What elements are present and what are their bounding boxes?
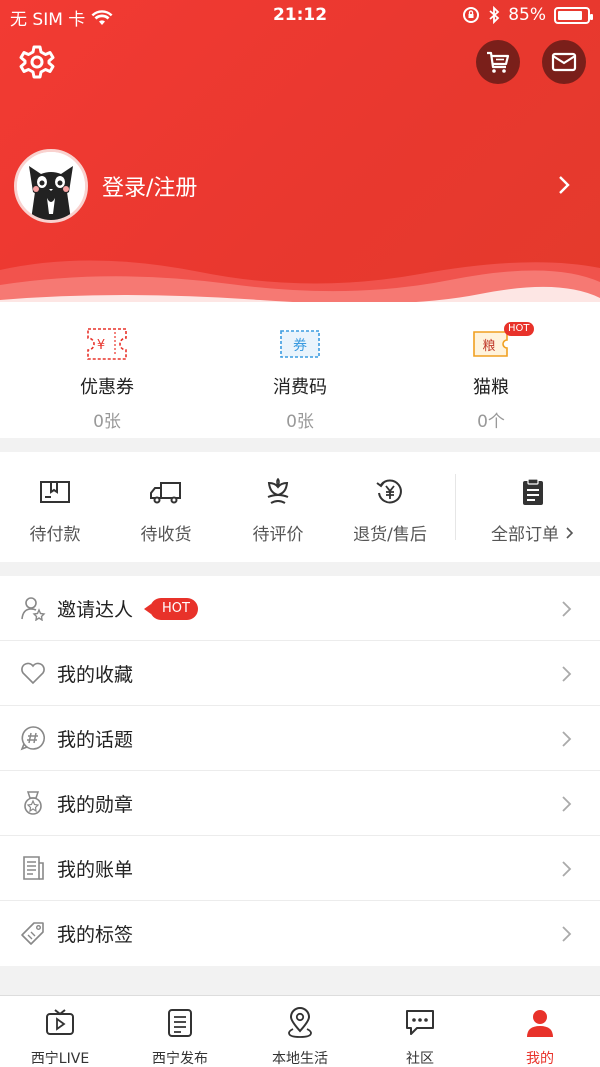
stat-label: 优惠券	[80, 377, 134, 398]
order-all-row: 全部订单	[470, 520, 595, 545]
menu-item-label: 邀请达人	[57, 598, 134, 621]
tab-label: 社区	[406, 1051, 434, 1067]
order-label: 退货/售后	[353, 525, 427, 545]
login-register-link[interactable]: 登录/注册	[102, 170, 197, 202]
stat-cat-food[interactable]: 粮 HOT 猫粮 0个	[416, 322, 566, 432]
chevron-right-icon	[562, 926, 572, 942]
stat-voucher-codes[interactable]: 券 消费码 0张	[225, 322, 375, 432]
heart-icon	[21, 662, 45, 685]
invite-user-icon	[21, 597, 46, 621]
coupon-icon: ¥	[87, 328, 127, 360]
menu-item-label: 我的勋章	[57, 793, 134, 816]
tab-label: 西宁LIVE	[30, 1051, 90, 1067]
flower-icon	[267, 477, 289, 504]
stat-coupons[interactable]: ¥ 优惠券 0张	[32, 322, 182, 432]
tab-label: 本地生活	[272, 1051, 328, 1067]
tab-local-life[interactable]: 本地生活	[240, 1006, 360, 1067]
menu-item-medals[interactable]: 我的勋章	[0, 771, 600, 836]
voucher-icon-text: 券	[293, 338, 307, 354]
order-label: 全部订单	[491, 525, 559, 545]
status-right: 85%	[462, 5, 593, 25]
battery-icon	[554, 6, 593, 24]
medal-icon	[24, 791, 42, 815]
menu-item-tags[interactable]: 我的标签	[0, 901, 600, 966]
stat-value: 0张	[286, 412, 314, 432]
rotation-lock-icon	[463, 7, 480, 23]
bill-icon	[23, 856, 44, 880]
orders-divider	[455, 474, 456, 540]
order-all[interactable]: 全部订单	[470, 476, 595, 545]
menu-list: 邀请达人 HOT 我的收藏 我的话题 我的勋章 我的账单 我的标签	[0, 576, 600, 966]
news-icon	[168, 1009, 192, 1037]
menu-item-favorites[interactable]: 我的收藏	[0, 641, 600, 706]
hot-badge: HOT	[504, 322, 534, 336]
chat-icon	[406, 1010, 434, 1035]
cat-food-icon-text: 粮	[482, 339, 495, 354]
header-wave-decoration	[0, 260, 600, 310]
status-bar: 无 SIM 卡 21:12 85%	[0, 0, 600, 32]
chevron-right-icon[interactable]	[556, 174, 572, 196]
avatar[interactable]	[14, 149, 88, 223]
order-pending-delivery[interactable]: 待收货	[111, 476, 221, 545]
person-icon	[527, 1010, 553, 1037]
profile-page: 无 SIM 卡 21:12 85% 登录/注册 ¥ 优惠券 0张 券 消费码 0…	[0, 0, 600, 1067]
chevron-right-icon	[562, 666, 572, 682]
truck-icon	[150, 482, 181, 504]
bluetooth-icon	[489, 6, 500, 24]
coupon-icon-text: ¥	[97, 338, 105, 353]
chevron-right-icon	[562, 796, 572, 812]
order-pending-payment[interactable]: 待付款	[0, 476, 110, 545]
clipboard-icon	[522, 478, 543, 505]
battery-percent: 85%	[508, 5, 546, 25]
order-refund[interactable]: 退货/售后	[335, 476, 445, 545]
cart-button[interactable]	[476, 40, 520, 84]
menu-item-label: 我的收藏	[57, 663, 134, 686]
chevron-right-icon	[562, 731, 572, 747]
tab-xining-live[interactable]: 西宁LIVE	[0, 1006, 120, 1067]
menu-item-label: 我的标签	[57, 924, 134, 946]
tv-icon	[46, 1009, 74, 1035]
orders-panel: 待付款 待收货 待评价 退货/售后 全部订单	[0, 452, 600, 562]
wallet-icon	[40, 481, 70, 503]
tab-label: 我的	[526, 1051, 554, 1067]
tab-label: 西宁发布	[152, 1051, 208, 1067]
messages-button[interactable]	[542, 40, 586, 84]
stat-value: 0个	[477, 412, 505, 432]
hot-badge: HOT	[144, 598, 198, 620]
tag-icon	[21, 922, 44, 945]
menu-item-label: 我的账单	[57, 858, 134, 881]
menu-item-bills[interactable]: 我的账单	[0, 836, 600, 901]
menu-item-topics[interactable]: 我的话题	[0, 706, 600, 771]
chevron-right-icon	[562, 861, 572, 877]
menu-item-invite[interactable]: 邀请达人 HOT	[0, 576, 600, 641]
mail-icon	[551, 52, 577, 72]
chevron-right-icon	[566, 526, 574, 539]
chevron-right-icon	[562, 601, 572, 617]
order-label: 待收货	[140, 525, 192, 545]
cart-icon	[487, 51, 510, 73]
voucher-code-icon: 券	[280, 330, 320, 358]
order-label: 待评价	[252, 525, 304, 545]
order-pending-review[interactable]: 待评价	[223, 476, 333, 545]
tab-community[interactable]: 社区	[360, 1006, 480, 1067]
stats-panel: ¥ 优惠券 0张 券 消费码 0张 粮 HOT 猫粮 0个	[0, 302, 600, 438]
tab-xining-release[interactable]: 西宁发布	[120, 1006, 240, 1067]
settings-gear-icon[interactable]	[19, 44, 55, 80]
stat-label: 猫粮	[473, 377, 509, 398]
profile-header: 无 SIM 卡 21:12 85% 登录/注册	[0, 0, 600, 310]
menu-item-label: 我的话题	[57, 728, 134, 751]
stat-value: 0张	[93, 412, 121, 432]
bottom-tab-bar: 西宁LIVE 西宁发布 本地生活 社区 我的	[0, 995, 600, 1067]
stat-label: 消费码	[273, 377, 327, 398]
location-icon	[288, 1007, 312, 1038]
cat-avatar-icon	[17, 152, 85, 220]
hashtag-icon	[20, 726, 45, 751]
order-label: 待付款	[29, 525, 81, 545]
tab-mine[interactable]: 我的	[480, 1006, 600, 1067]
refund-icon	[376, 479, 402, 504]
